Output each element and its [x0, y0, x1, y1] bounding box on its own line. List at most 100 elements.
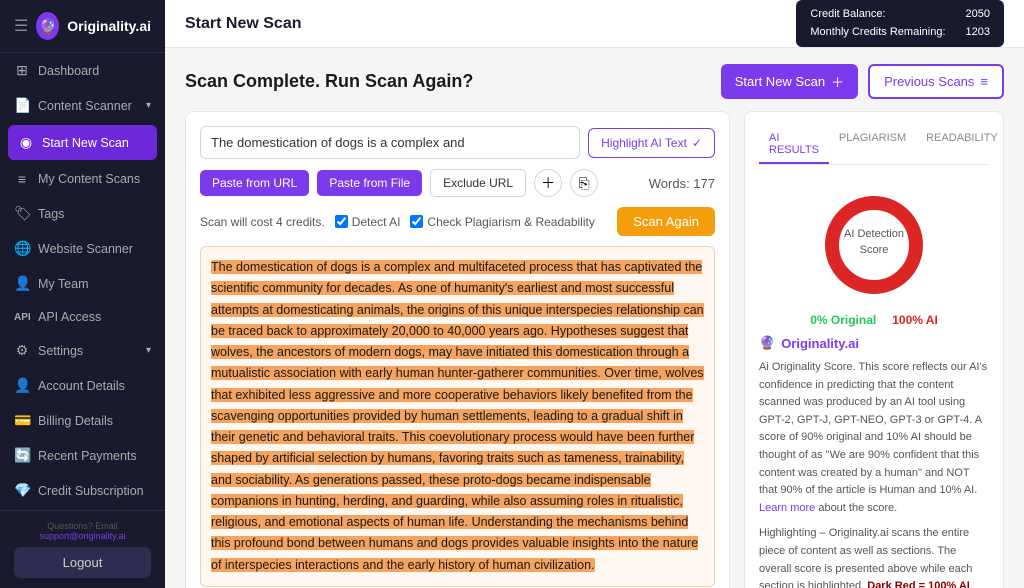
input-row: Highlight AI Text ✓	[200, 126, 715, 159]
copy-icon: ⎘	[578, 175, 589, 192]
scan-again-button[interactable]: Scan Again	[617, 207, 715, 236]
settings-icon: ⚙	[14, 342, 30, 359]
highlight-ai-text-button[interactable]: Highlight AI Text ✓	[588, 128, 715, 158]
sidebar-item-label: API Access	[38, 310, 101, 324]
plus-icon: ＋	[541, 173, 555, 193]
sidebar-item-my-content-scans[interactable]: ≡ My Content Scans	[0, 162, 165, 196]
page-title: Start New Scan	[185, 15, 301, 33]
sidebar-item-label: Content Scanner	[38, 99, 132, 113]
account-icon: 👤	[14, 377, 30, 394]
start-new-scan-button[interactable]: Start New Scan ＋	[721, 64, 858, 99]
tab-readability[interactable]: READABILITY	[916, 126, 1004, 164]
sidebar-item-api-access[interactable]: API API Access	[0, 301, 165, 333]
support-text: Questions? Email support@originality.ai	[14, 521, 151, 541]
sidebar-item-dashboard[interactable]: ⊞ Dashboard	[0, 53, 165, 88]
previous-scans-button[interactable]: Previous Scans ≡	[868, 64, 1004, 99]
exclude-url-button[interactable]: Exclude URL	[430, 169, 526, 197]
svg-text:AI Detection: AI Detection	[844, 228, 904, 240]
plagiarism-checkbox[interactable]	[410, 215, 423, 228]
words-count: Words: 177	[649, 176, 715, 191]
credit-balance-label: Credit Balance:	[810, 6, 885, 24]
logout-button[interactable]: Logout	[14, 547, 151, 578]
svg-text:Score: Score	[860, 244, 889, 256]
scan-text-input[interactable]	[200, 126, 580, 159]
payments-icon: 🔄	[14, 447, 30, 464]
sidebar-item-label: Dashboard	[38, 64, 99, 78]
scan-title: Scan Complete. Run Scan Again?	[185, 71, 473, 92]
paste-from-file-button[interactable]: Paste from File	[317, 170, 422, 196]
sidebar-item-settings[interactable]: ⚙ Settings ▾	[0, 333, 165, 368]
copy-button[interactable]: ⎘	[570, 169, 598, 197]
learn-more-link[interactable]: Learn more	[759, 502, 815, 514]
credit-balance-value: 2050	[966, 6, 990, 24]
dark-red-label: Dark Red = 100% AI	[867, 580, 970, 588]
support-email[interactable]: support@originality.ai	[39, 531, 125, 541]
sidebar-logo: ☰ 🔮 Originality.ai	[0, 0, 165, 53]
start-scan-icon: ◉	[18, 134, 34, 151]
plagiarism-label[interactable]: Check Plagiarism & Readability	[410, 215, 594, 229]
sidebar-item-my-team[interactable]: 👤 My Team	[0, 266, 165, 301]
monthly-credits-value: 1203	[966, 24, 990, 42]
tags-icon: 🏷	[14, 205, 30, 222]
paste-from-url-button[interactable]: Paste from URL	[200, 170, 309, 196]
original-score: 0% Original	[810, 313, 876, 327]
sidebar-item-label: Account Details	[38, 379, 125, 393]
sidebar: ☰ 🔮 Originality.ai ⊞ Dashboard 📄 Content…	[0, 0, 165, 588]
top-bar: Start New Scan Credit Balance: 2050 Mont…	[165, 0, 1024, 48]
scan-header: Scan Complete. Run Scan Again? Start New…	[185, 64, 1004, 99]
left-panel: Highlight AI Text ✓ Paste from URL Paste…	[185, 111, 730, 588]
checkmark-icon: ✓	[692, 136, 702, 150]
add-button[interactable]: ＋	[534, 169, 562, 197]
credits-label: Scan will cost 4 credits.	[200, 215, 325, 229]
originality-logo: 🔮 Originality.ai	[759, 335, 989, 351]
two-col-layout: Highlight AI Text ✓ Paste from URL Paste…	[185, 111, 1004, 588]
content-area: Scan Complete. Run Scan Again? Start New…	[165, 48, 1024, 588]
chevron-down-icon: ▾	[146, 100, 151, 111]
ai-score-description: Ai Originality Score. This score reflect…	[759, 359, 989, 517]
sidebar-item-label: Credit Subscription	[38, 484, 144, 498]
logo-text: Originality.ai	[67, 18, 151, 34]
menu-icon: ≡	[980, 74, 988, 89]
ai-score: 100% AI	[892, 313, 938, 327]
team-icon: 👤	[14, 275, 30, 292]
content-scans-icon: ≡	[14, 171, 30, 187]
sidebar-item-tags[interactable]: 🏷 Tags	[0, 196, 165, 231]
sidebar-item-credit-subscription[interactable]: 💎 Credit Subscription	[0, 473, 165, 508]
sidebar-item-label: Start New Scan	[42, 136, 129, 150]
score-labels: 0% Original 100% AI	[759, 313, 989, 327]
tab-ai-results[interactable]: AI RESULTS	[759, 126, 829, 164]
sidebar-item-account-details[interactable]: 👤 Account Details	[0, 368, 165, 403]
highlight-description: Highlighting – Originality.ai scans the …	[759, 525, 989, 588]
sidebar-item-billing-details[interactable]: 💳 Billing Details	[0, 403, 165, 438]
sidebar-item-website-scanner[interactable]: 🌐 Website Scanner	[0, 231, 165, 266]
sidebar-item-label: My Team	[38, 277, 88, 291]
credit-icon: 💎	[14, 482, 30, 499]
sidebar-item-label: Tags	[38, 207, 64, 221]
logo-icon: 🔮	[36, 12, 59, 40]
website-icon: 🌐	[14, 240, 30, 257]
sidebar-item-recent-payments[interactable]: 🔄 Recent Payments	[0, 438, 165, 473]
detect-ai-label[interactable]: Detect AI	[335, 215, 401, 229]
previous-scans-label: Previous Scans	[884, 74, 974, 89]
sidebar-item-content-scanner[interactable]: 📄 Content Scanner ▾	[0, 88, 165, 123]
detect-ai-checkbox[interactable]	[335, 215, 348, 228]
chevron-down-icon: ▾	[146, 345, 151, 356]
originality-icon: 🔮	[759, 335, 775, 351]
sidebar-item-label: Website Scanner	[38, 242, 133, 256]
api-icon: API	[14, 312, 30, 323]
credits-row: Scan will cost 4 credits. Detect AI Chec…	[200, 207, 715, 236]
dashboard-icon: ⊞	[14, 62, 30, 79]
tab-plagiarism[interactable]: PLAGIARISM	[829, 126, 916, 164]
sidebar-item-label: Recent Payments	[38, 449, 137, 463]
sidebar-item-start-new-scan[interactable]: ◉ Start New Scan	[8, 125, 157, 160]
credit-info: Credit Balance: 2050 Monthly Credits Rem…	[796, 0, 1004, 47]
right-panel: AI RESULTS PLAGIARISM READABILITY AI Det…	[744, 111, 1004, 588]
scan-header-actions: Start New Scan ＋ Previous Scans ≡	[721, 64, 1004, 99]
highlight-label: Highlight AI Text	[601, 136, 687, 150]
start-new-scan-label: Start New Scan	[735, 74, 825, 89]
tabs-row: AI RESULTS PLAGIARISM READABILITY	[759, 126, 989, 165]
hamburger-icon[interactable]: ☰	[14, 16, 28, 36]
plus-icon: ＋	[831, 72, 844, 91]
highlighted-text-area: The domestication of dogs is a complex a…	[200, 246, 715, 587]
monthly-credits-label: Monthly Credits Remaining:	[810, 24, 945, 42]
